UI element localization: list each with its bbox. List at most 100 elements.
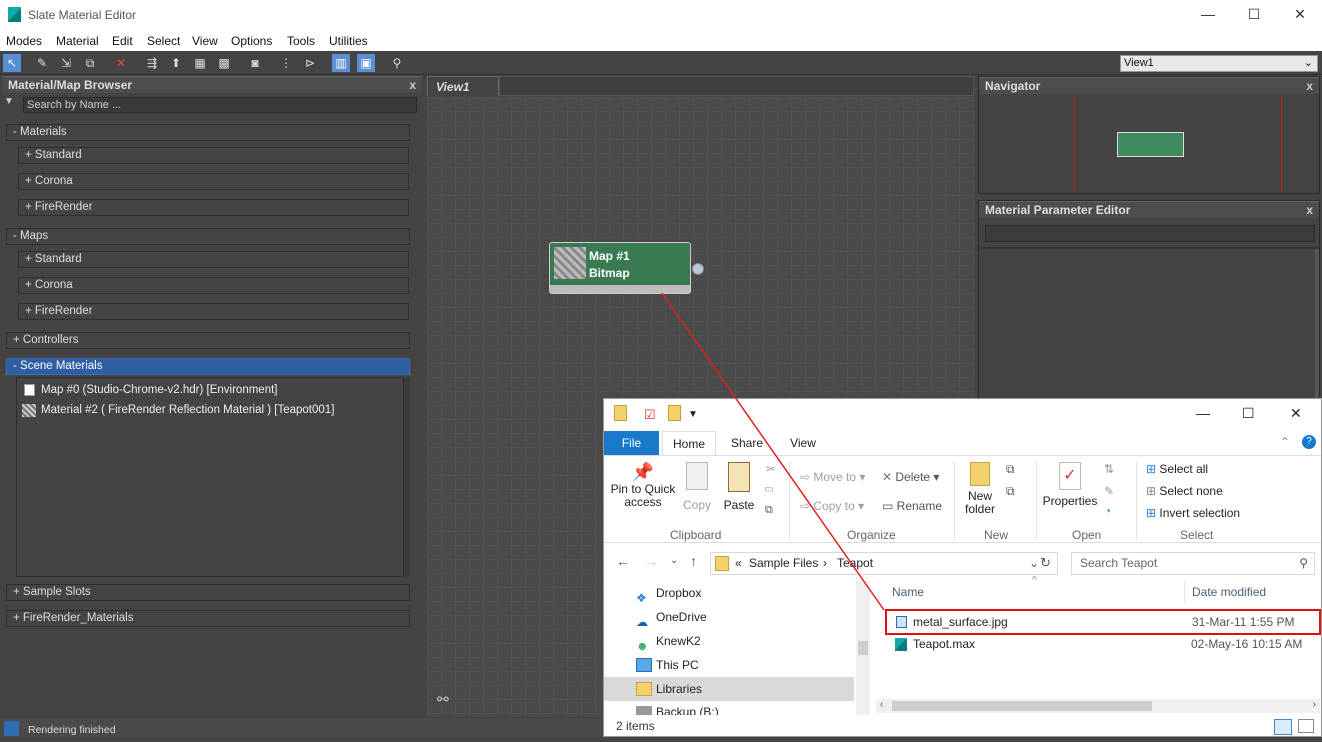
large-icons-view-icon[interactable]: [1298, 719, 1314, 733]
column-name[interactable]: Name: [892, 585, 924, 599]
nav-item-this-pc[interactable]: This PC: [604, 653, 854, 677]
menu-select[interactable]: Select: [147, 34, 180, 48]
breadcrumb-sample-files[interactable]: Sample Files: [749, 553, 818, 574]
delete-icon[interactable]: ✕: [112, 54, 130, 72]
back-arrow-icon[interactable]: ←: [616, 553, 630, 569]
tab-file[interactable]: File: [604, 431, 659, 455]
tab-share[interactable]: Share: [722, 431, 772, 455]
options-menu-icon[interactable]: ▼: [4, 96, 20, 113]
new-item-icon[interactable]: ⧉: [1006, 462, 1015, 477]
horizontal-scrollbar[interactable]: ‹ ›: [876, 699, 1320, 713]
menu-options[interactable]: Options: [231, 34, 272, 48]
delete-button[interactable]: ✕ Delete ▾: [882, 470, 939, 484]
show-map-icon[interactable]: ▦: [191, 54, 209, 72]
show-end-result-icon[interactable]: ◙: [246, 54, 264, 72]
layout-vertical-icon[interactable]: ⋮: [277, 54, 295, 72]
properties-check-icon[interactable]: ☑: [644, 407, 656, 423]
explorer-maximize-button[interactable]: ☐: [1242, 405, 1255, 422]
scroll-thumb[interactable]: [892, 701, 1152, 711]
breadcrumb-teapot[interactable]: Teapot: [837, 553, 873, 574]
move-to-button[interactable]: ⇨ Move to ▾: [800, 470, 865, 484]
list-item[interactable]: Map #0 (Studio-Chrome-v2.hdr) [Environme…: [19, 381, 403, 399]
navigator-close-button[interactable]: x: [1306, 78, 1313, 95]
recent-locations-icon[interactable]: ⌄: [670, 555, 678, 566]
nav-item-libraries[interactable]: Libraries: [604, 677, 854, 701]
explorer-minimize-button[interactable]: —: [1196, 405, 1210, 421]
browser-search-input[interactable]: Search by Name ...: [23, 97, 417, 113]
materials-standard[interactable]: + Standard: [18, 147, 409, 164]
materials-firerender[interactable]: + FireRender: [18, 199, 409, 216]
navigator-node-preview[interactable]: [1117, 132, 1184, 157]
parameter-editor-toggle-icon[interactable]: ▣: [357, 54, 375, 72]
select-by-material-icon[interactable]: ⚲: [388, 54, 406, 72]
nav-scrollbar[interactable]: [856, 581, 870, 715]
layout-horizontal-icon[interactable]: ⊳: [301, 54, 319, 72]
rename-button[interactable]: ▭ Rename: [882, 499, 942, 513]
scrollbar[interactable]: [1315, 249, 1319, 399]
nav-item-knewk2[interactable]: ☻ KnewK2: [604, 629, 854, 653]
invert-selection-button[interactable]: ⊞ Invert selection: [1146, 506, 1240, 520]
put-to-scene-icon[interactable]: ⇲: [57, 54, 75, 72]
properties-button[interactable]: ✓ Properties: [1042, 462, 1098, 508]
minimize-button[interactable]: —: [1198, 6, 1218, 22]
table-row[interactable]: Teapot.max 02-May-16 10:15 AM: [885, 633, 1321, 655]
group-scene-materials[interactable]: - Scene Materials: [6, 358, 410, 375]
search-input[interactable]: Search Teapot ⚲: [1071, 552, 1315, 575]
menu-edit[interactable]: Edit: [112, 34, 133, 48]
menu-modes[interactable]: Modes: [6, 34, 42, 48]
refresh-icon[interactable]: ↻: [1040, 555, 1051, 571]
cut-icon[interactable]: ✂: [766, 462, 776, 476]
forward-arrow-icon[interactable]: →: [644, 553, 658, 569]
collapse-ribbon-icon[interactable]: ⌃: [1280, 435, 1290, 449]
paste-shortcut-icon[interactable]: ⧉: [765, 504, 773, 517]
tab-home[interactable]: Home: [662, 431, 716, 455]
copy-button[interactable]: Copy: [680, 462, 714, 512]
copy-path-icon[interactable]: ▭: [764, 484, 773, 495]
output-socket[interactable]: [692, 263, 704, 275]
nav-item-dropbox[interactable]: ❖ Dropbox: [604, 581, 854, 605]
open-icon[interactable]: ⇅: [1104, 462, 1114, 476]
list-item[interactable]: Material #2 ( FireRender Reflection Mate…: [19, 401, 403, 419]
mpe-name-field[interactable]: [985, 225, 1315, 242]
copy-to-button[interactable]: ⇨ Copy to ▾: [800, 499, 864, 513]
help-icon[interactable]: ?: [1302, 435, 1316, 449]
maps-firerender[interactable]: + FireRender: [18, 303, 409, 320]
background-icon[interactable]: ▩: [215, 54, 233, 72]
close-button[interactable]: ✕: [1290, 6, 1310, 23]
group-maps[interactable]: - Maps: [6, 228, 410, 245]
nav-item-backup[interactable]: Backup (B:): [604, 701, 854, 715]
select-tool-icon[interactable]: ↖: [3, 54, 21, 72]
column-date-modified[interactable]: Date modified: [1192, 585, 1266, 599]
tab-view1[interactable]: View1: [427, 76, 499, 96]
materials-corona[interactable]: + Corona: [18, 173, 409, 190]
history-icon[interactable]: ◔: [1104, 504, 1111, 518]
easy-access-icon[interactable]: ⧉: [1006, 484, 1015, 499]
maps-standard[interactable]: + Standard: [18, 251, 409, 268]
new-folder-button[interactable]: New folder: [960, 462, 1000, 516]
select-all-button[interactable]: ⊞ Select all: [1146, 462, 1208, 476]
menu-view[interactable]: View: [192, 34, 218, 48]
breadcrumb-separator[interactable]: ›: [823, 553, 827, 574]
paste-button[interactable]: Paste: [722, 462, 756, 512]
menu-material[interactable]: Material: [56, 34, 99, 48]
details-view-icon[interactable]: [1274, 719, 1292, 735]
map-node[interactable]: Map #1 Bitmap: [549, 242, 691, 294]
assign-material-icon[interactable]: ⧉: [81, 54, 99, 72]
pick-material-icon[interactable]: ✎: [33, 54, 51, 72]
menu-utilities[interactable]: Utilities: [329, 34, 368, 48]
group-materials[interactable]: - Materials: [6, 124, 410, 141]
select-none-button[interactable]: ⊞ Select none: [1146, 484, 1223, 498]
view-dropdown[interactable]: View1 ⌄: [1120, 55, 1318, 72]
hide-unused-icon[interactable]: ⬆: [167, 54, 185, 72]
table-row[interactable]: metal_surface.jpg 31-Mar-11 1:55 PM: [885, 609, 1321, 635]
nav-item-onedrive[interactable]: ☁ OneDrive: [604, 605, 854, 629]
tab-view[interactable]: View: [778, 431, 828, 455]
scrollbar[interactable]: [404, 377, 410, 577]
breadcrumb-overflow[interactable]: «: [735, 553, 742, 574]
maximize-button[interactable]: ☐: [1244, 6, 1264, 23]
browser-close-button[interactable]: x: [409, 77, 416, 94]
up-arrow-icon[interactable]: ↑: [690, 553, 697, 569]
menu-tools[interactable]: Tools: [287, 34, 315, 48]
edit-icon[interactable]: ✎: [1104, 484, 1114, 498]
pin-quick-access-button[interactable]: 📌 Pin to Quick access: [610, 462, 676, 509]
